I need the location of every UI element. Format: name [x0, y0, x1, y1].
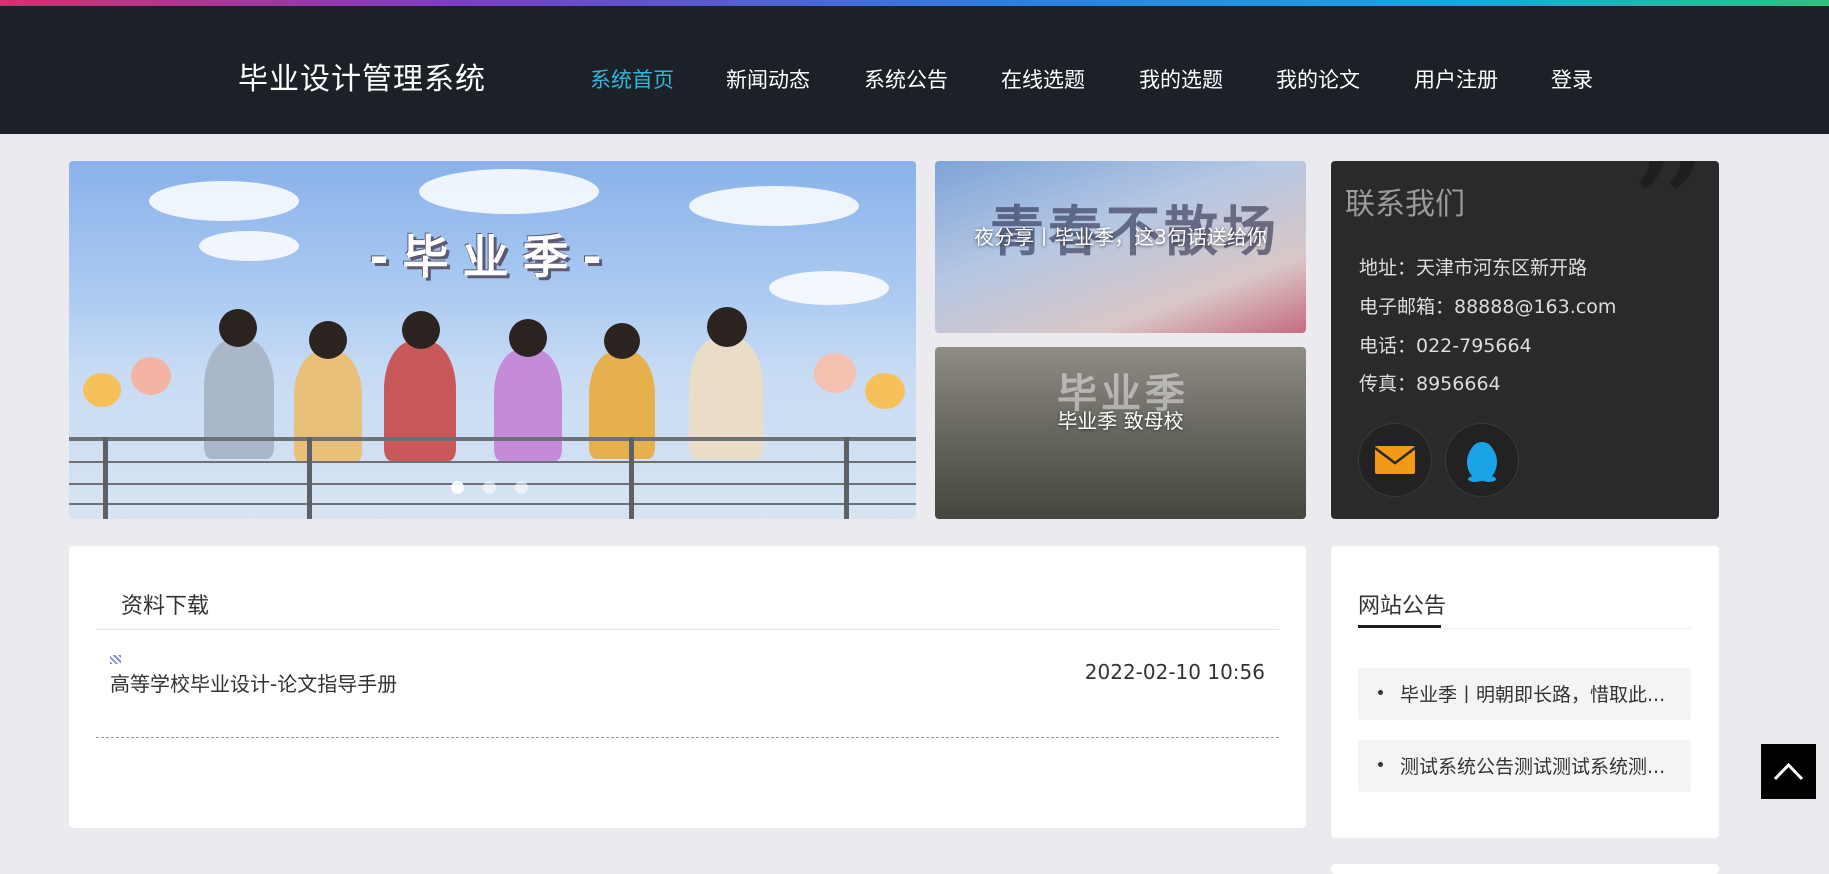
- balloon: [83, 373, 121, 407]
- notices-panel: 网站公告 毕业季丨明朝即长路，惜取此... 测试系统公告测试测试系统测...: [1331, 546, 1719, 838]
- mail-button[interactable]: [1358, 423, 1432, 497]
- mail-icon: [1374, 446, 1416, 474]
- bullet-icon: [1378, 762, 1383, 767]
- balloon: [865, 373, 905, 409]
- slide-dot-1[interactable]: [451, 481, 464, 494]
- broken-image-icon: [110, 655, 121, 664]
- slide-dot-3[interactable]: [515, 481, 528, 494]
- notices-title: 网站公告: [1358, 594, 1447, 619]
- hero-slider[interactable]: -毕业季-: [69, 161, 916, 519]
- railing: [69, 503, 916, 505]
- site-header: 毕业设计管理系统 系统首页 新闻动态 系统公告 在线选题 我的选题 我的论文 用…: [0, 6, 1829, 134]
- slide-dot-2[interactable]: [483, 481, 496, 494]
- railing-post: [844, 437, 849, 519]
- cloud: [149, 181, 299, 221]
- downloads-title: 资料下载: [121, 594, 210, 619]
- railing-post: [629, 437, 634, 519]
- news-card-2[interactable]: 毕业季 毕业季 致母校: [935, 347, 1306, 519]
- nav-my-thesis[interactable]: 我的论文: [1276, 64, 1360, 94]
- contact-panel: ” 联系我们 地址：天津市河东区新开路 电子邮箱：88888@163.com 电…: [1331, 161, 1719, 519]
- download-item-title[interactable]: 高等学校毕业设计-论文指导手册: [110, 668, 397, 697]
- student-figure: [494, 349, 562, 461]
- contact-title: 联系我们: [1345, 187, 1465, 222]
- chevron-up-icon: [1773, 762, 1804, 781]
- student-head: [309, 321, 347, 359]
- student-head: [509, 319, 547, 357]
- student-figure: [384, 341, 456, 461]
- nav-login[interactable]: 登录: [1551, 64, 1593, 94]
- news-card-1[interactable]: 青春不散场 夜分享丨毕业季，这3句话送给你: [935, 161, 1306, 333]
- nav-home[interactable]: 系统首页: [590, 64, 674, 94]
- railing: [69, 461, 916, 463]
- main-nav: 系统首页 新闻动态 系统公告 在线选题 我的选题 我的论文 用户注册 登录: [0, 64, 1829, 100]
- student-figure: [589, 351, 655, 459]
- railing: [69, 437, 916, 441]
- downloads-panel: 资料下载 高等学校毕业设计-论文指导手册 2022-02-10 10:56: [69, 546, 1306, 828]
- contact-fax: 传真：8956664: [1359, 373, 1501, 395]
- title-underline: [1358, 625, 1441, 628]
- nav-my-topics[interactable]: 我的选题: [1139, 64, 1223, 94]
- nav-online-topics[interactable]: 在线选题: [1001, 64, 1085, 94]
- dashed-divider: [96, 737, 1279, 738]
- nav-register[interactable]: 用户注册: [1414, 64, 1498, 94]
- contact-email: 电子邮箱：88888@163.com: [1359, 296, 1617, 318]
- notice-item[interactable]: 毕业季丨明朝即长路，惜取此...: [1358, 668, 1691, 720]
- student-head: [707, 307, 747, 347]
- notice-item[interactable]: 测试系统公告测试测试系统测...: [1358, 740, 1691, 792]
- notice-item-text[interactable]: 测试系统公告测试测试系统测...: [1400, 752, 1675, 779]
- news-card-caption[interactable]: 毕业季 致母校: [965, 407, 1276, 435]
- contact-phone: 电话：022-795664: [1359, 335, 1532, 357]
- back-to-top-button[interactable]: [1761, 744, 1816, 799]
- balloon: [131, 357, 171, 395]
- download-item-date: 2022-02-10 10:56: [1084, 660, 1265, 684]
- student-head: [219, 309, 257, 347]
- quote-mark-decoration: ”: [1627, 161, 1709, 304]
- news-card-caption[interactable]: 夜分享丨毕业季，这3句话送给你: [965, 223, 1276, 251]
- qq-penguin-icon: [1467, 442, 1497, 482]
- qq-button[interactable]: [1445, 423, 1519, 497]
- cloud: [419, 169, 599, 214]
- divider: [1441, 628, 1691, 629]
- balloon: [814, 353, 856, 393]
- divider: [96, 629, 1279, 630]
- cloud: [689, 186, 859, 226]
- contact-address: 地址：天津市河东区新开路: [1359, 257, 1588, 279]
- notice-item-text[interactable]: 毕业季丨明朝即长路，惜取此...: [1400, 680, 1675, 707]
- student-figure: [204, 339, 274, 459]
- nav-announcements[interactable]: 系统公告: [864, 64, 948, 94]
- student-head: [402, 311, 440, 349]
- bullet-icon: [1378, 690, 1383, 695]
- nav-news[interactable]: 新闻动态: [726, 64, 810, 94]
- railing-post: [307, 437, 312, 519]
- hero-banner-text: -毕业季-: [369, 230, 616, 284]
- next-panel-edge: [1331, 864, 1719, 874]
- railing-post: [103, 437, 108, 519]
- student-head: [604, 323, 640, 359]
- student-figure: [294, 351, 362, 463]
